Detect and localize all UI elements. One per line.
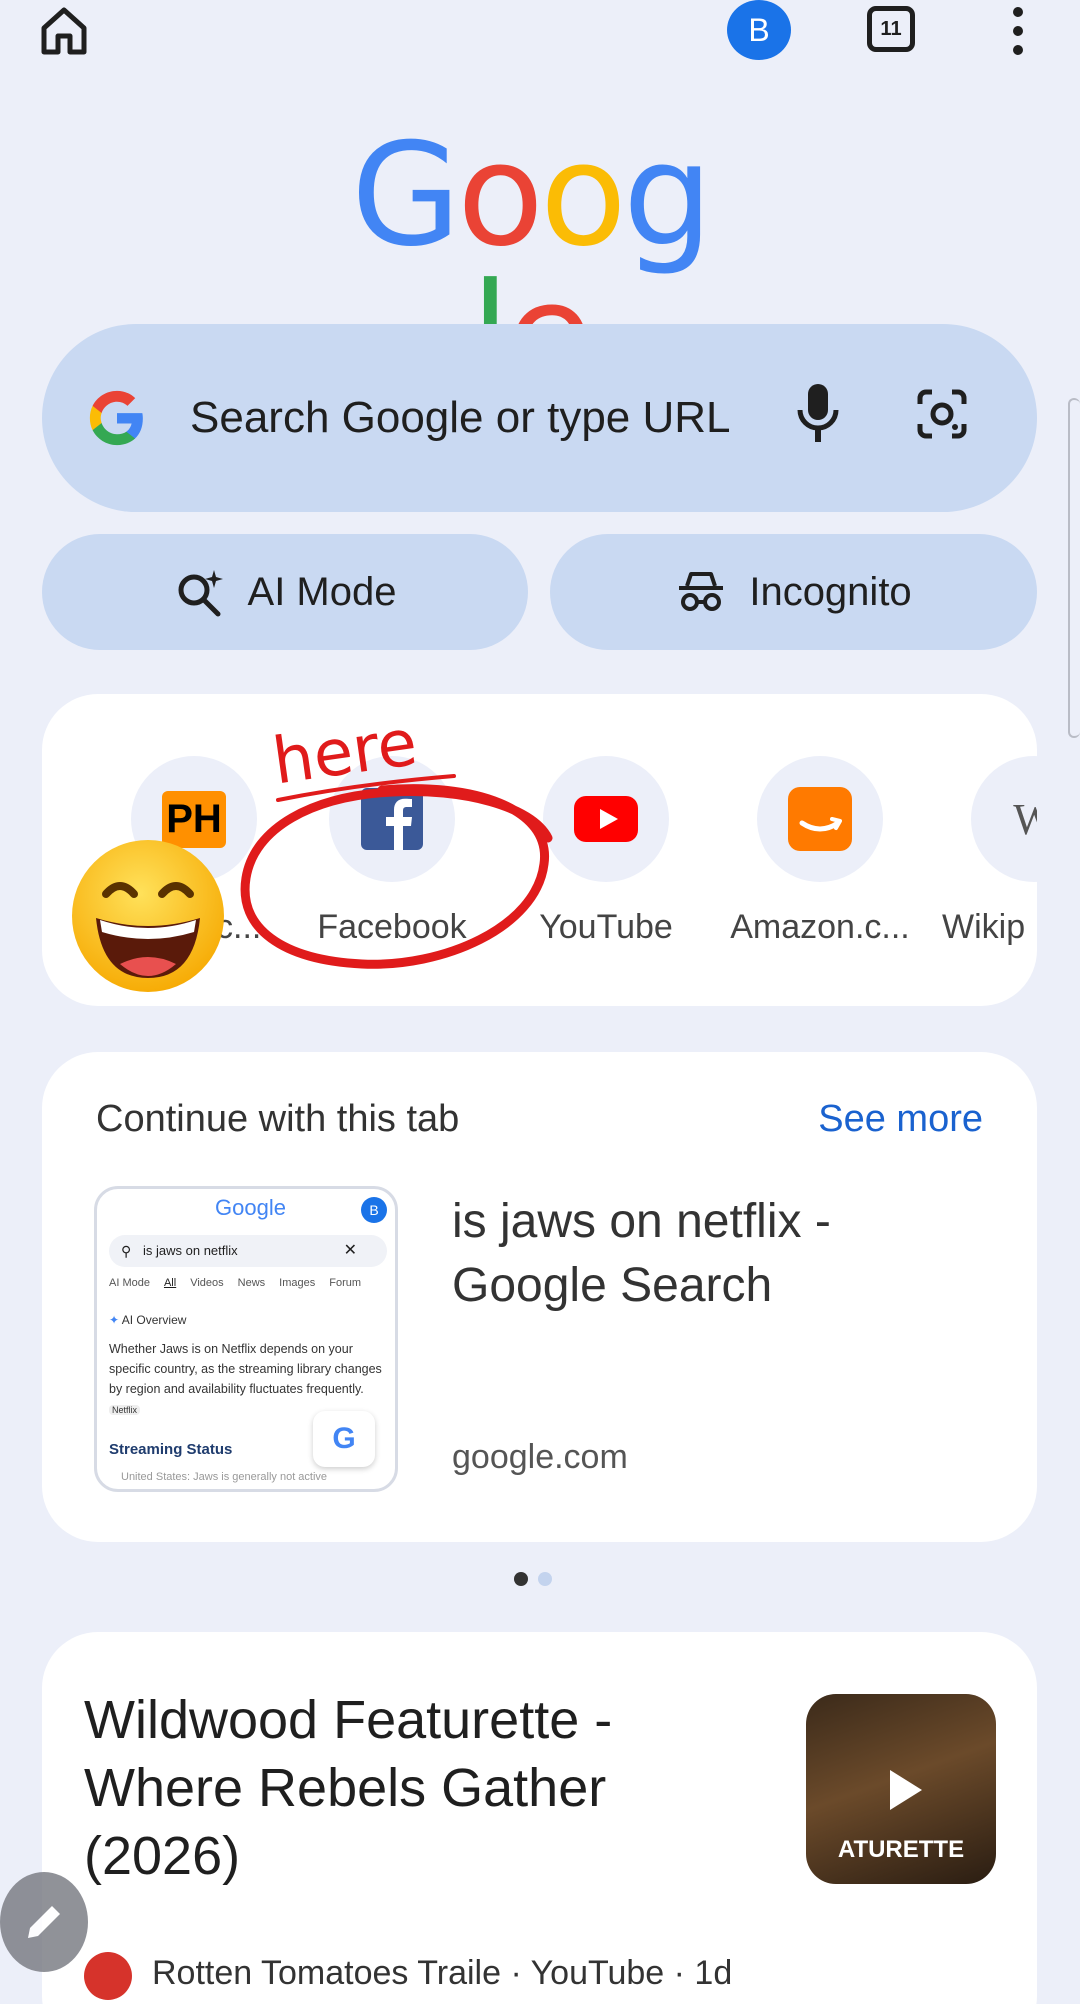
thumb-body: Whether Jaws is on Netflix depends on yo… <box>109 1339 393 1420</box>
see-more-link[interactable]: See more <box>818 1098 983 1141</box>
grinning-emoji-sticker <box>72 840 224 992</box>
source-logo-icon <box>84 1952 132 2000</box>
thumb-tab: AI Mode <box>109 1277 150 1289</box>
tab-thumbnail[interactable]: Google B is jaws on netflix ⚲ ✕ AI Mode … <box>94 1186 398 1492</box>
feed-source-name: Rotten Tomatoes Traile <box>152 1954 501 1992</box>
thumb-body-text: Whether Jaws is on Netflix depends on yo… <box>109 1342 382 1396</box>
logo-letter: G <box>351 113 461 278</box>
logo-letter: o <box>539 113 627 278</box>
incognito-icon <box>679 572 724 611</box>
edit-fab-button[interactable] <box>0 1872 88 1972</box>
thumb-avatar: B <box>361 1197 387 1223</box>
shortcut-circle <box>757 756 883 882</box>
thumb-tab: Forum <box>329 1277 362 1289</box>
shortcut-label: Wikip <box>942 908 1026 946</box>
thumb-ai-overview: ✦ AI Overview <box>109 1313 186 1327</box>
pencil-icon <box>28 1906 60 1938</box>
thumb-section: Streaming Status <box>109 1441 233 1458</box>
wikipedia-badge: W <box>1013 794 1037 844</box>
feed-video-thumbnail[interactable]: ATURETTE <box>806 1694 996 1884</box>
edge-panel-handle[interactable] <box>1068 398 1080 738</box>
logo-letter: o <box>457 113 544 278</box>
home-icon[interactable] <box>38 4 90 56</box>
ai-mode-button[interactable]: AI Mode <box>42 534 528 650</box>
tab-title[interactable]: is jaws on netflix - Google Search <box>452 1190 972 1318</box>
carousel-pager <box>514 1572 552 1586</box>
thumb-tabs: AI Mode All Videos News Images Forum <box>109 1277 395 1289</box>
pager-dot-active[interactable] <box>514 1572 528 1586</box>
account-avatar[interactable]: B <box>727 0 791 60</box>
top-toolbar: B 11 <box>0 0 1080 64</box>
continue-tab-card[interactable]: Continue with this tab See more Google B… <box>42 1052 1037 1542</box>
thumb-tab: Videos <box>190 1277 224 1289</box>
shortcut-tile-amazon[interactable]: Amazon.c... <box>720 756 920 947</box>
thumb-search-icon: ⚲ <box>121 1243 132 1259</box>
thumb-cut-line: United States: Jaws is generally not act… <box>121 1471 328 1483</box>
sparkle-icon: ✦ <box>109 1313 120 1327</box>
thumb-search-box: is jaws on netflix ⚲ ✕ <box>109 1235 387 1267</box>
thumb-clear-icon: ✕ <box>343 1242 357 1259</box>
continue-heading: Continue with this tab <box>96 1098 460 1140</box>
logo-letter: g <box>622 113 713 278</box>
amazon-icon <box>788 787 852 851</box>
feed-article-title[interactable]: Wildwood Featurette - Where Rebels Gathe… <box>84 1686 694 1890</box>
thumb-google-logo: Google <box>215 1195 286 1220</box>
feed-source: Rotten Tomatoes Traile · YouTube · 1d <box>152 1954 732 1993</box>
thumb-ai-label: AI Overview <box>121 1313 187 1327</box>
feed-meta-info: · YouTube · 1d <box>510 1954 733 1992</box>
incognito-label: Incognito <box>749 569 912 614</box>
google-lens-icon[interactable] <box>914 386 970 442</box>
thumb-caption: ATURETTE <box>837 1836 965 1863</box>
ai-mode-label: AI Mode <box>247 569 397 614</box>
thumb-tab: Images <box>279 1277 316 1289</box>
search-input[interactable]: Search Google or type URL <box>190 392 731 444</box>
incognito-button[interactable]: Incognito <box>550 534 1037 650</box>
thumb-tab: All <box>163 1277 177 1289</box>
google-logo: Google <box>340 113 720 407</box>
annotation-circle <box>240 784 553 969</box>
google-g-icon <box>89 390 143 446</box>
ai-search-icon <box>178 570 223 617</box>
pager-dot[interactable] <box>538 1572 552 1586</box>
microphone-icon[interactable] <box>794 380 842 448</box>
shortcut-tile-wikipedia[interactable]: W Wikip <box>934 756 1037 947</box>
thumb-tab: News <box>237 1277 266 1289</box>
thumb-g-badge-icon: G <box>313 1411 375 1467</box>
tab-switcher-button[interactable]: 11 <box>867 6 915 52</box>
thumb-query: is jaws on netflix <box>143 1243 238 1258</box>
play-icon <box>890 1770 922 1810</box>
youtube-icon <box>574 796 638 842</box>
wikipedia-icon: W <box>971 756 1037 882</box>
thumb-netflix-tag: Netflix <box>109 1405 141 1415</box>
more-options-icon[interactable] <box>1002 4 1034 58</box>
discover-feed-card[interactable]: Wildwood Featurette - Where Rebels Gathe… <box>42 1632 1037 2004</box>
shortcut-label: Amazon.c... <box>730 908 910 946</box>
tab-domain: google.com <box>452 1438 628 1476</box>
search-box[interactable]: Search Google or type URL <box>42 324 1037 512</box>
